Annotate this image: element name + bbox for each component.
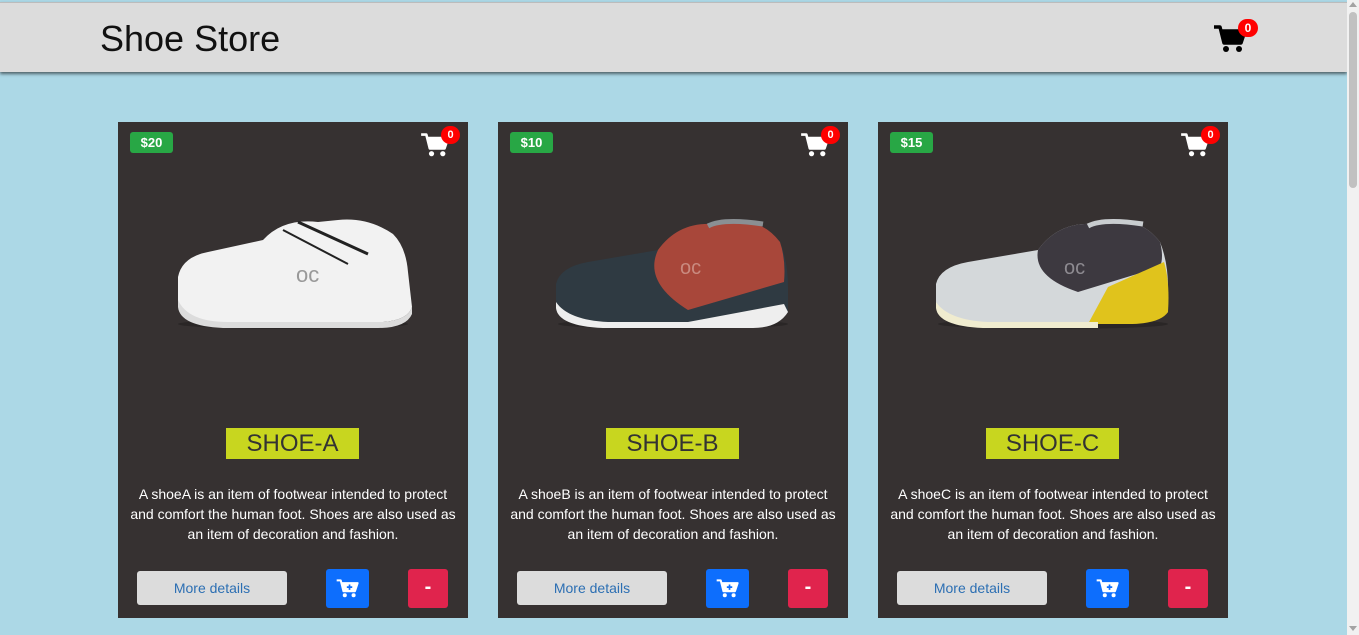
cart-count-badge: 0 <box>1238 19 1258 37</box>
more-details-button[interactable]: More details <box>517 571 667 605</box>
cart-plus-icon <box>716 579 739 598</box>
shoe-image: oc <box>548 212 798 342</box>
item-count-badge: 0 <box>821 126 840 144</box>
more-details-button[interactable]: More details <box>137 571 287 605</box>
add-to-cart-button[interactable] <box>706 569 749 608</box>
scroll-down-arrow-icon[interactable] <box>1349 626 1357 631</box>
scroll-thumb[interactable] <box>1349 12 1357 188</box>
shoe-name: SHOE-C <box>986 428 1119 459</box>
shoe-image: oc <box>928 212 1178 342</box>
app-header: Shoe Store <box>0 2 1347 72</box>
add-to-cart-button[interactable] <box>1086 569 1129 608</box>
shoe-description: A shoeA is an item of footwear intended … <box>130 486 456 542</box>
item-count-badge: 0 <box>1201 126 1220 144</box>
store-title: Shoe Store <box>100 18 281 59</box>
svg-text:oc: oc <box>1064 257 1085 279</box>
cart-plus-icon <box>1096 579 1119 598</box>
add-to-cart-button[interactable] <box>326 569 369 608</box>
item-count-badge: 0 <box>441 126 460 144</box>
price-badge: $10 <box>510 132 553 153</box>
shoe-image: oc <box>168 212 418 342</box>
svg-text:oc: oc <box>680 257 701 279</box>
product-card: $20 0 oc SHOE-A A shoeA is an item of fo… <box>118 122 468 618</box>
product-card: $10 0 oc SHOE-B A shoeB is an item of fo… <box>498 122 848 618</box>
cart-plus-icon <box>336 579 359 598</box>
remove-from-cart-button[interactable]: - <box>788 569 828 608</box>
page-scrollbar[interactable] <box>1347 0 1359 635</box>
shoe-name: SHOE-A <box>226 428 359 459</box>
svg-text:oc: oc <box>296 262 319 287</box>
shoe-description: A shoeB is an item of footwear intended … <box>510 486 836 542</box>
product-card: $15 0 oc SHOE-C A shoeC is an item of fo… <box>878 122 1228 618</box>
price-badge: $15 <box>890 132 933 153</box>
shoe-name: SHOE-B <box>606 428 739 459</box>
more-details-button[interactable]: More details <box>897 571 1047 605</box>
remove-from-cart-button[interactable]: - <box>408 569 448 608</box>
remove-from-cart-button[interactable]: - <box>1168 569 1208 608</box>
shoe-description: A shoeC is an item of footwear intended … <box>890 486 1216 542</box>
scroll-up-arrow-icon[interactable] <box>1349 2 1357 7</box>
price-badge: $20 <box>130 132 173 153</box>
